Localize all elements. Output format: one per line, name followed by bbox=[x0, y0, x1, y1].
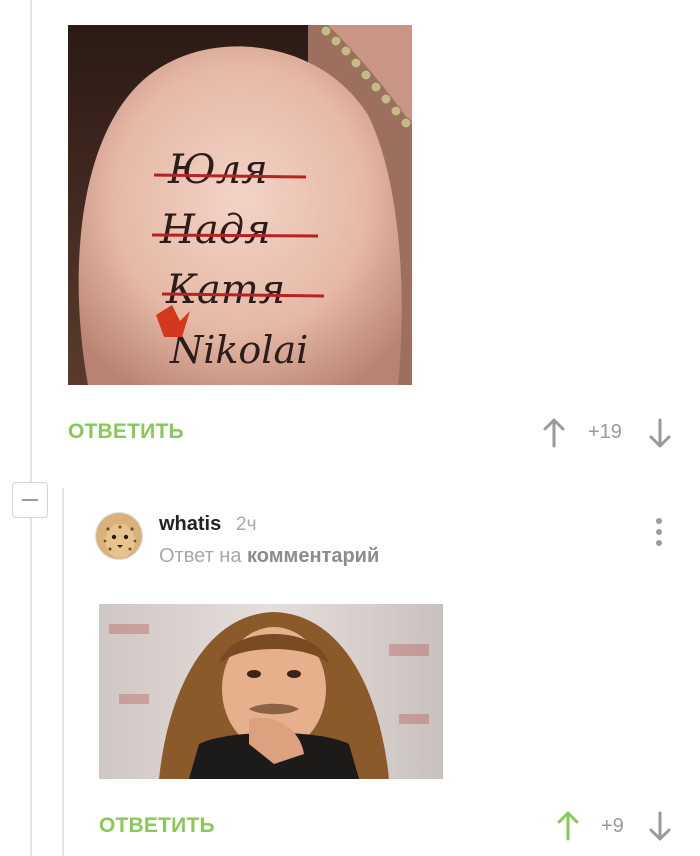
tattoo-name-1: Юля bbox=[167, 147, 268, 193]
thread-line-inner bbox=[62, 488, 64, 856]
arrow-down-icon[interactable] bbox=[649, 418, 671, 448]
reply-to-link[interactable]: комментарий bbox=[247, 545, 379, 567]
comment-time: 2ч bbox=[236, 514, 257, 535]
tattoo-name-2: Надя bbox=[159, 207, 271, 253]
avatar[interactable] bbox=[95, 512, 143, 560]
arrow-up-icon[interactable] bbox=[543, 418, 565, 448]
tattoo-name-4: Nikolai bbox=[169, 328, 308, 372]
comment-image-tattoo[interactable]: Юля Надя Катя Nikolai bbox=[68, 25, 412, 385]
arrow-down-icon-2[interactable] bbox=[649, 811, 671, 841]
man-photo bbox=[99, 604, 443, 779]
username[interactable]: whatis bbox=[159, 513, 221, 536]
thread-line-outer-lower bbox=[30, 518, 32, 856]
thread-line-outer bbox=[30, 0, 32, 482]
tattoo-photo: Юля Надя Катя Nikolai bbox=[68, 25, 412, 385]
more-vertical-icon[interactable] bbox=[651, 518, 667, 550]
cheetah-avatar-image bbox=[96, 513, 142, 559]
comment-score: +19 bbox=[588, 421, 622, 443]
arrow-up-icon-2[interactable] bbox=[557, 811, 579, 841]
collapse-thread-button[interactable] bbox=[12, 482, 48, 518]
comment-score-2: +9 bbox=[601, 815, 624, 837]
reply-button-2[interactable]: ОТВЕТИТЬ bbox=[99, 814, 215, 838]
reply-button[interactable]: ОТВЕТИТЬ bbox=[68, 420, 184, 444]
reply-to-text: Ответ на комментарий bbox=[159, 545, 379, 568]
reply-to-prefix: Ответ на bbox=[159, 545, 242, 567]
comment-image-man[interactable] bbox=[99, 604, 443, 779]
tattoo-name-3: Катя bbox=[165, 267, 285, 313]
